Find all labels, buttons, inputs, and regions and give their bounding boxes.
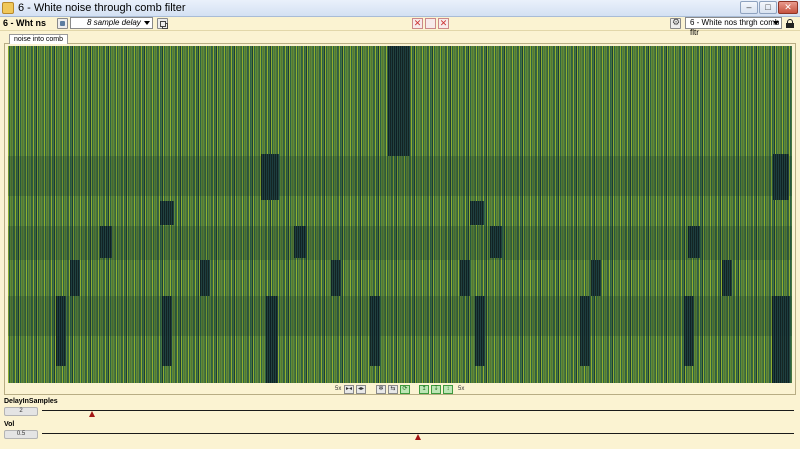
gear-icon[interactable] <box>670 17 681 29</box>
spectrogram-notch <box>580 296 590 366</box>
spectrogram-band <box>8 226 792 260</box>
chevron-down-icon <box>144 21 150 25</box>
spectrogram-notch <box>591 260 601 296</box>
tab-noise-into-comb[interactable]: noise into comb <box>9 34 69 44</box>
slider-delay[interactable] <box>42 410 794 411</box>
app-icon <box>2 2 14 14</box>
camera-icon[interactable] <box>57 18 68 29</box>
slider-thumb-vol[interactable] <box>415 434 421 440</box>
chevron-down-icon <box>773 21 779 25</box>
spectrogram-notch <box>266 296 278 383</box>
spectrogram-notch <box>200 260 210 296</box>
refresh-icon[interactable]: ⟳ <box>400 385 410 394</box>
delay-dropdown[interactable]: 8 sample delay <box>70 17 153 29</box>
spectrogram-notch <box>70 260 80 296</box>
copy-icon[interactable] <box>157 18 168 29</box>
preset-dropdown-value: 6 - White nos thrgh comb fltr <box>690 18 780 37</box>
spectrogram-notch <box>331 260 341 296</box>
maximize-button[interactable]: □ <box>759 1 777 14</box>
delay-dropdown-value: 8 sample delay <box>87 18 141 27</box>
speed-label-right: 5x <box>458 386 465 392</box>
delete-icon[interactable]: ✕ <box>412 18 423 29</box>
zoom-in-icon[interactable]: ▸◂ <box>344 385 354 394</box>
remove-icon[interactable]: ✕ <box>438 18 449 29</box>
fit-vertical-icon[interactable]: ↕ <box>443 385 453 394</box>
transport-controls: 5x ▸◂ ◂▸ ✻ ⇆ ⟳ ↥ ↧ ↕ 5x <box>335 385 475 395</box>
spectrogram-notch <box>370 296 380 366</box>
spectrogram-notch <box>261 154 279 200</box>
param-label-delay: DelayInSamples <box>4 398 58 405</box>
param-value-vol[interactable]: 0.5 <box>4 430 38 439</box>
clear-grid-icon[interactable] <box>425 18 436 29</box>
spectrogram-notch <box>470 201 484 225</box>
zoom-out-icon[interactable]: ◂▸ <box>356 385 366 394</box>
spectrogram-notch <box>490 226 502 258</box>
spectrogram-view[interactable] <box>8 46 792 383</box>
window-title: 6 - White noise through comb filter <box>18 2 186 14</box>
spectrogram-notch <box>475 296 485 366</box>
slider-thumb-delay[interactable] <box>89 411 96 417</box>
spectrogram-notch <box>460 260 470 296</box>
param-label-vol: Vol <box>4 421 15 428</box>
spectrogram-band <box>8 296 792 336</box>
spectrogram-notch <box>100 226 112 258</box>
spectrogram-notch <box>688 226 700 258</box>
spectrogram-notch <box>722 260 732 296</box>
arrow-down-icon[interactable]: ↧ <box>431 385 441 394</box>
spectrogram-notch <box>162 296 172 366</box>
preset-dropdown[interactable]: 6 - White nos thrgh comb fltr <box>685 17 782 37</box>
lock-icon[interactable] <box>786 19 794 28</box>
scatter-icon[interactable]: ✻ <box>376 385 386 394</box>
spectrogram-notch <box>160 201 174 225</box>
arrow-up-icon[interactable]: ↥ <box>419 385 429 394</box>
spectrogram-band <box>8 156 792 196</box>
window-titlebar: 6 - White noise through comb filter – □ … <box>0 0 800 17</box>
spectrogram-notch <box>772 296 790 383</box>
close-button[interactable]: ✕ <box>778 1 798 14</box>
spectrogram-notch <box>294 226 306 258</box>
toolbar: 6 - Wht ns 8 sample delay ✕ ✕ 6 - White … <box>0 17 800 37</box>
spectrogram-notch <box>773 154 789 200</box>
speed-label-left: 5x <box>335 386 342 392</box>
param-value-delay[interactable]: 2 <box>4 407 38 416</box>
node-name: 6 - Wht ns <box>3 18 46 28</box>
spectrogram-notch <box>388 46 410 156</box>
swap-icon[interactable]: ⇆ <box>388 385 398 394</box>
spectrogram-notch <box>56 296 66 366</box>
spectrogram-notch <box>684 296 694 366</box>
minimize-button[interactable]: – <box>740 1 758 14</box>
